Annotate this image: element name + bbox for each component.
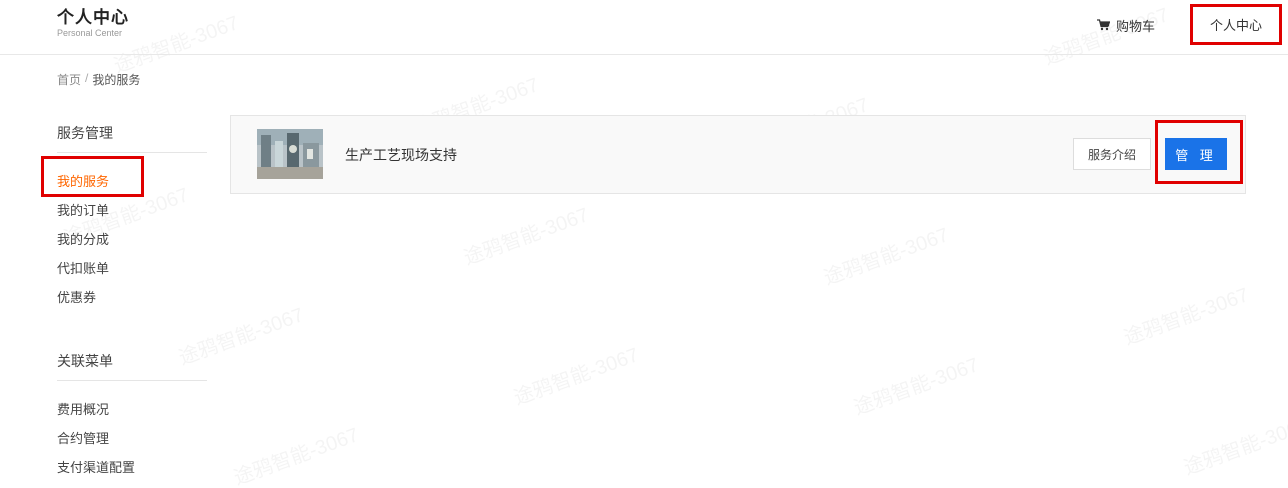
watermark: 途鸦智能-3067 [509, 338, 642, 410]
breadcrumb-home[interactable]: 首页 [57, 71, 81, 88]
watermark: 途鸦智能-3067 [1179, 408, 1288, 480]
breadcrumb-current: 我的服务 [92, 73, 141, 87]
sidebar-item-my-revenue-share[interactable]: 我的分成 [57, 225, 207, 254]
watermark: 途鸦智能-3067 [819, 218, 952, 290]
top-header: 个人中心 Personal Center 购物车 个人中心 [0, 0, 1288, 55]
manage-button[interactable]: 管 理 [1165, 138, 1227, 170]
sidebar-service-list: 我的服务 我的订单 我的分成 代扣账单 优惠券 [57, 167, 207, 312]
page-subtitle: Personal Center [57, 28, 123, 38]
service-intro-button[interactable]: 服务介绍 [1073, 138, 1151, 170]
service-card: 生产工艺现场支持 服务介绍 管 理 [230, 115, 1246, 194]
cart-icon [1097, 19, 1110, 31]
sidebar-item-cost-overview[interactable]: 费用概况 [57, 395, 207, 424]
sidebar-item-my-orders[interactable]: 我的订单 [57, 196, 207, 225]
watermark: 途鸦智能-3067 [229, 418, 362, 488]
breadcrumb: 首页 / 我的服务 [57, 71, 140, 88]
personal-center-label: 个人中心 [1209, 18, 1262, 33]
sidebar-section-title: 关联菜单 [57, 351, 207, 381]
service-name[interactable]: 生产工艺现场支持 [345, 145, 457, 165]
sidebar-item-coupons[interactable]: 优惠券 [57, 283, 207, 312]
sidebar-related-list: 费用概况 合约管理 支付渠道配置 [57, 395, 207, 482]
watermark: 途鸦智能-3067 [849, 348, 982, 420]
breadcrumb-separator: / [85, 71, 89, 85]
personal-center-link[interactable]: 个人中心 [1190, 4, 1282, 45]
brand[interactable]: 个人中心 Personal Center [57, 8, 129, 39]
sidebar-item-contract-management[interactable]: 合约管理 [57, 424, 207, 453]
sidebar-service-section: 服务管理 我的服务 我的订单 我的分成 代扣账单 优惠券 [57, 123, 207, 312]
page-title: 个人中心 [57, 8, 129, 27]
sidebar-item-deduction-bills[interactable]: 代扣账单 [57, 254, 207, 283]
sidebar-item-payment-channel-config[interactable]: 支付渠道配置 [57, 453, 207, 482]
sidebar-item-my-services[interactable]: 我的服务 [57, 167, 207, 196]
watermark: 途鸦智能-3067 [459, 198, 592, 270]
service-thumbnail[interactable] [257, 129, 323, 179]
sidebar-related-section: 关联菜单 费用概况 合约管理 支付渠道配置 [57, 351, 207, 482]
cart-link[interactable]: 购物车 [1097, 15, 1155, 35]
cart-label: 购物车 [1116, 18, 1156, 34]
sidebar-section-title: 服务管理 [57, 123, 207, 153]
watermark: 途鸦智能-3067 [1119, 278, 1252, 350]
